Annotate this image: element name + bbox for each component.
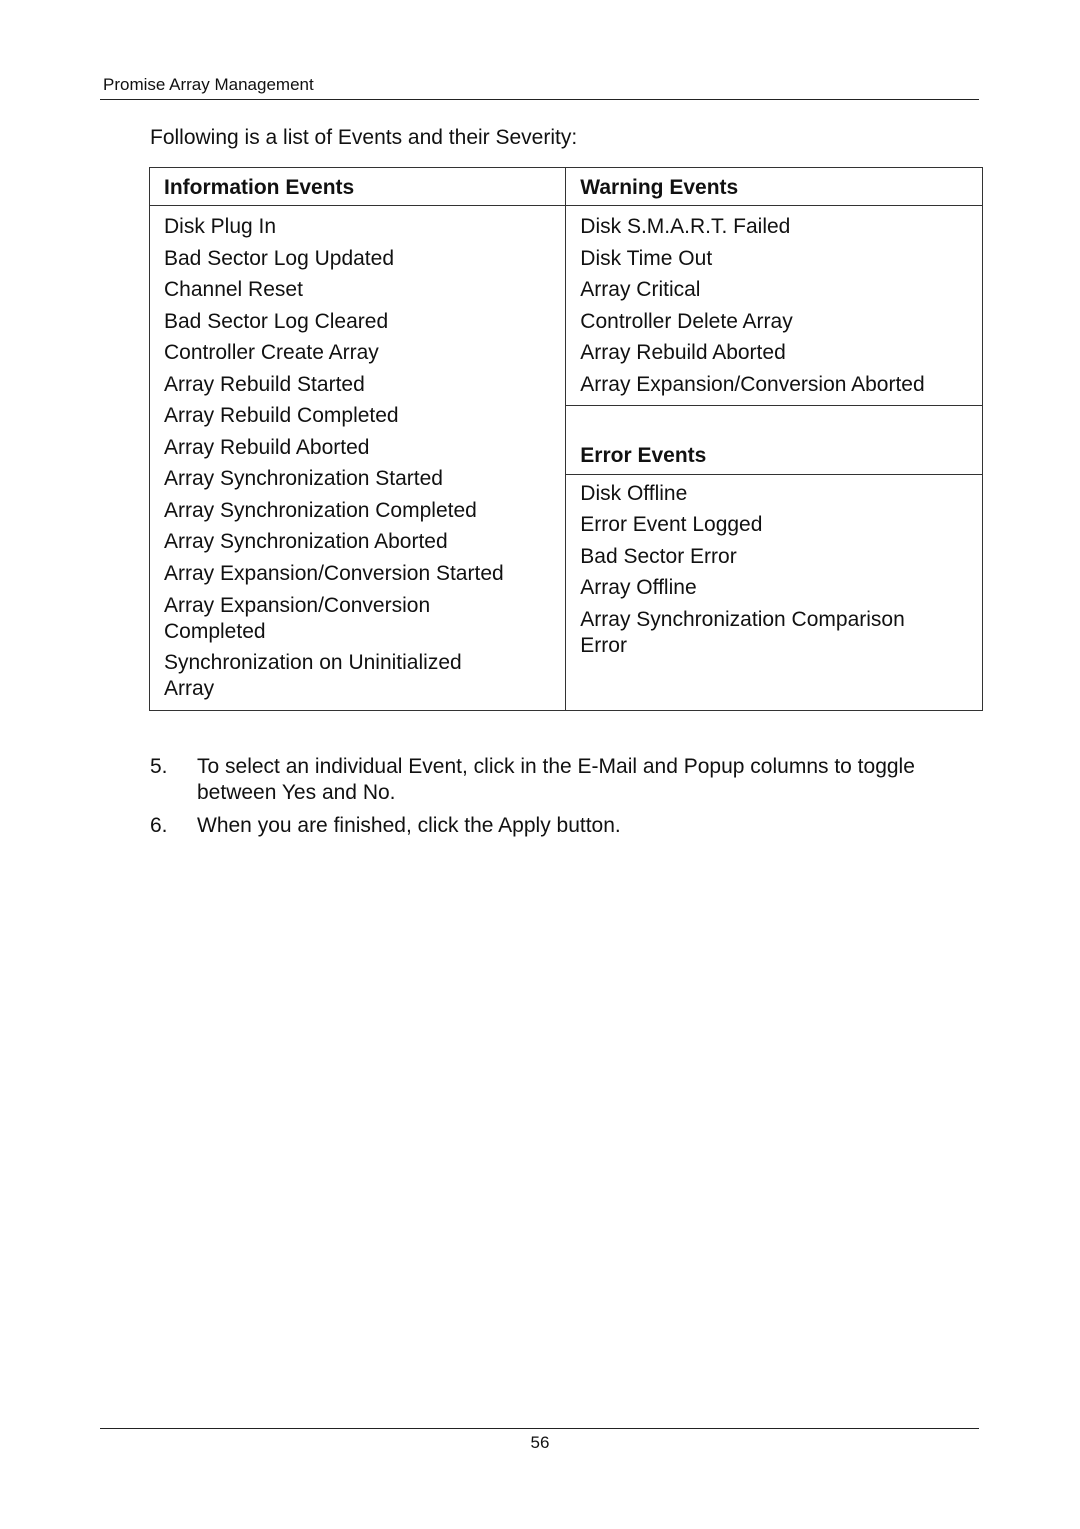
running-header: Promise Array Management [103,75,314,94]
list-item: Error Event Logged [580,513,763,536]
step-item: 5. To select an individual Event, click … [150,754,940,806]
step-text: To select an individual Event, click in … [197,755,915,804]
footer-divider [100,1428,979,1429]
information-events-cell: Disk Plug In Bad Sector Log Updated Chan… [148,205,567,711]
list-item: Bad Sector Error [580,544,737,568]
list-item: Array Expansion/Conversion Started [164,561,504,585]
list-item: Array Synchronization Completed [164,498,477,522]
list-item: Array Critical [580,278,701,301]
list-item: Array Expansion/Conversion Aborted [580,372,925,396]
warning-events-title: Warning Events [580,176,739,199]
step-number: 5. [150,755,168,778]
page-number: 56 [530,1433,550,1452]
step-number: 6. [150,814,168,837]
list-item: Array Rebuild Aborted [580,341,786,364]
header-divider [100,99,979,100]
list-item: Array Synchronization Comparison Error [580,607,905,657]
warning-error-cell: Disk S.M.A.R.T. Failed Disk Time Out Arr… [565,205,983,711]
list-item: Array Offline [580,576,697,599]
information-events-title: Information Events [164,176,355,199]
error-events-header: Error Events [566,406,982,475]
list-item: Array Rebuild Aborted [164,435,370,459]
list-item: Array Synchronization Started [164,467,443,490]
information-events-header: Information Events [148,167,567,206]
warning-events-header: Warning Events [565,167,983,206]
list-item: Controller Delete Array [580,309,793,333]
information-events-list: Disk Plug In Bad Sector Log Updated Chan… [150,206,565,710]
list-item: Disk Time Out [580,246,713,270]
error-events-list: Disk Offline Error Event Logged Bad Sect… [566,475,982,667]
list-item: Array Synchronization Aborted [164,530,448,553]
step-text: When you are finished, click the Apply b… [197,814,621,837]
instruction-steps: 5. To select an individual Event, click … [150,754,940,846]
list-item: Channel Reset [164,278,303,301]
list-item: Array Rebuild Completed [164,404,399,427]
list-item: Array Expansion/Conversion Completed [164,593,431,643]
event-severity-table: Information Events Warning Events Disk P… [148,167,983,711]
step-item: 6. When you are finished, click the Appl… [150,813,940,839]
list-item: Disk Plug In [164,215,277,238]
intro-text: Following is a list of Events and their … [150,126,578,149]
warning-events-list: Disk S.M.A.R.T. Failed Disk Time Out Arr… [566,206,982,405]
list-item: Bad Sector Log Cleared [164,309,389,333]
list-item: Disk S.M.A.R.T. Failed [580,215,791,238]
list-item: Controller Create Array [164,341,379,364]
list-item: Bad Sector Log Updated [164,246,394,270]
list-item: Array Rebuild Started [164,372,365,396]
warning-events-block: Disk S.M.A.R.T. Failed Disk Time Out Arr… [566,206,982,406]
list-item: Disk Offline [580,481,688,505]
list-item: Synchronization on Uninitialized Array [164,651,462,700]
